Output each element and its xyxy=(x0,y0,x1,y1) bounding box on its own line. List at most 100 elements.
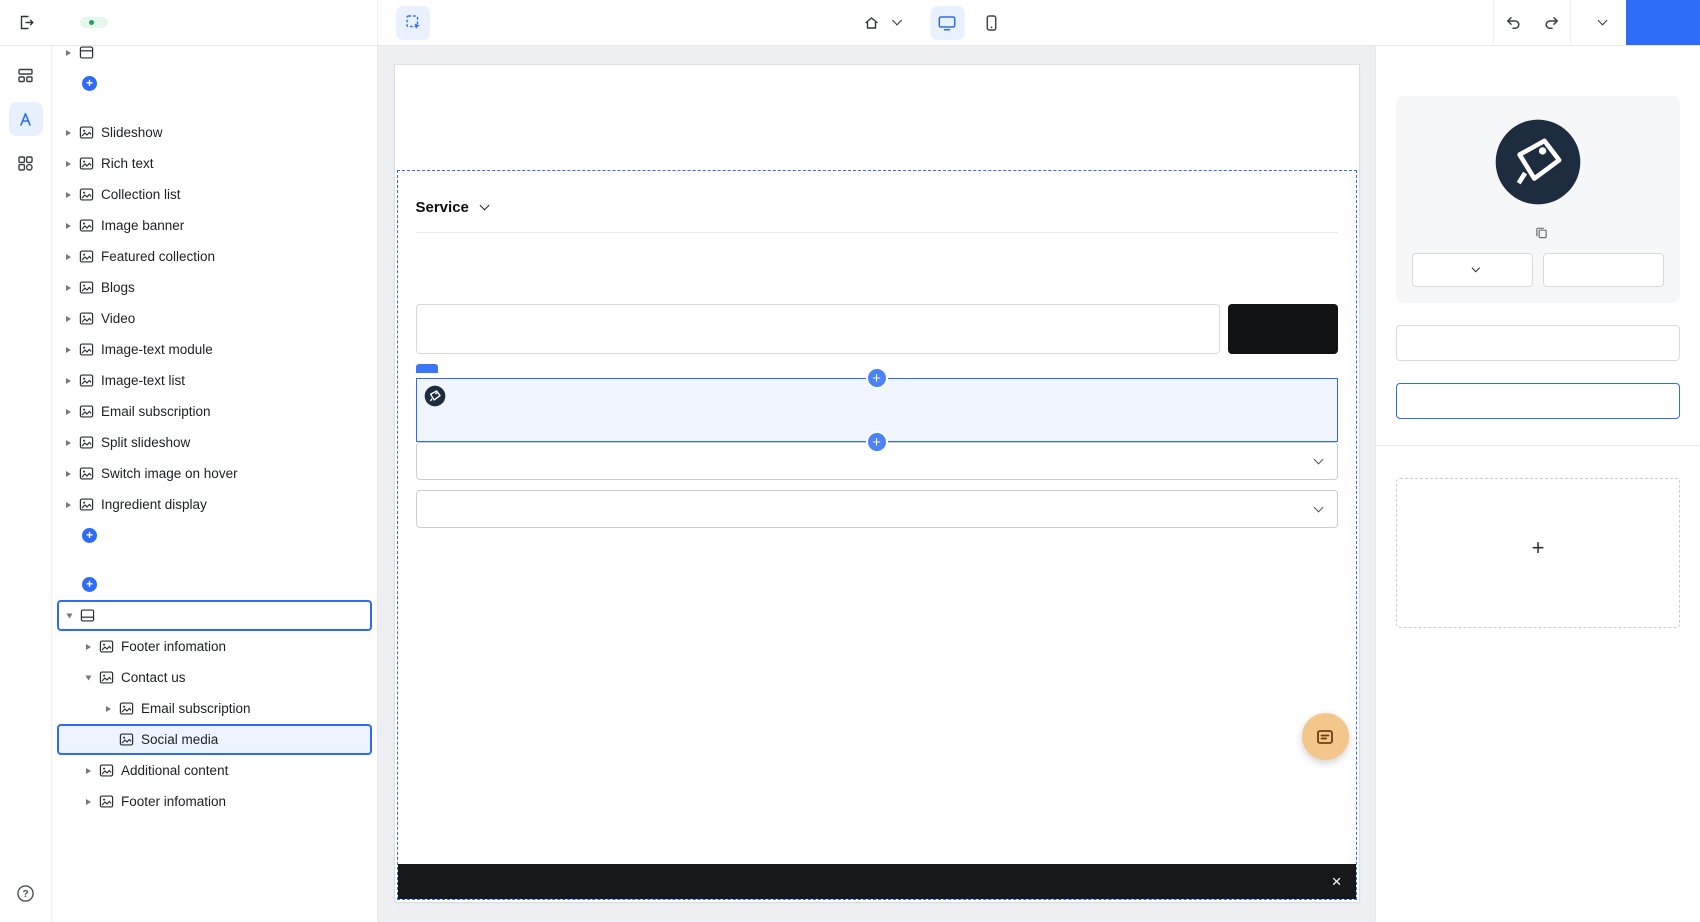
exit-editor-button[interactable] xyxy=(9,0,43,45)
sidebar-item-featured-collection[interactable]: Featured collection xyxy=(52,241,377,272)
add-component-button[interactable]: + xyxy=(52,520,377,551)
save-button[interactable] xyxy=(1626,0,1700,45)
chevron-right-icon[interactable] xyxy=(86,799,91,805)
theme-settings-rail-button[interactable] xyxy=(9,102,43,136)
live-dot-icon xyxy=(89,20,94,25)
image-banner-icon xyxy=(79,218,94,233)
floating-feedback-button[interactable] xyxy=(1302,713,1349,760)
chevron-right-icon[interactable] xyxy=(66,285,71,291)
chevron-right-icon[interactable] xyxy=(106,706,111,712)
sidebar-item-slideshow[interactable]: Slideshow xyxy=(52,117,377,148)
email-input[interactable] xyxy=(416,304,1220,354)
image-text-module-icon xyxy=(79,342,94,357)
link-input[interactable] xyxy=(1396,383,1680,419)
sidebar-item-rich-text[interactable]: Rich text xyxy=(52,148,377,179)
ingredient-display-icon xyxy=(79,497,94,512)
chevron-right-icon[interactable] xyxy=(86,768,91,774)
chevron-right-icon[interactable] xyxy=(66,223,71,229)
plus-circle-icon: + xyxy=(82,528,97,543)
chevron-right-icon[interactable] xyxy=(66,130,71,136)
sidebar-item-contact-us[interactable]: Contact us xyxy=(52,662,377,693)
sidebar-item-header[interactable] xyxy=(52,46,377,68)
sidebar-item-switch-image-on-hover[interactable]: Switch image on hover xyxy=(52,458,377,489)
chevron-right-icon[interactable] xyxy=(66,316,71,322)
sidebar-item-email-subscription[interactable]: Email subscription xyxy=(52,693,377,724)
chevron-right-icon[interactable] xyxy=(66,161,71,167)
chevron-right-icon[interactable] xyxy=(86,644,91,650)
home-icon xyxy=(863,15,879,31)
sidebar-item-footer-infomation[interactable]: Footer infomation xyxy=(52,786,377,817)
chevron-down-icon xyxy=(1313,454,1323,464)
redo-button[interactable] xyxy=(1532,0,1570,45)
undo-button[interactable] xyxy=(1494,0,1532,45)
sidebar-item-blogs[interactable]: Blogs xyxy=(52,272,377,303)
live-badge xyxy=(80,17,108,28)
chevron-right-icon[interactable] xyxy=(66,50,71,56)
chevron-right-icon[interactable] xyxy=(66,409,71,415)
exit-icon xyxy=(18,14,35,31)
sidebar-item-footer[interactable] xyxy=(57,600,372,631)
contact-us-icon xyxy=(99,670,114,685)
sidebar-item-video[interactable]: Video xyxy=(52,303,377,334)
sidebar-item-additional-content[interactable]: Additional content xyxy=(52,755,377,786)
sidebar-item-collection-list[interactable]: Collection list xyxy=(52,179,377,210)
add-component-button[interactable]: + xyxy=(52,569,377,600)
footer-section-selection[interactable]: Service xyxy=(397,170,1357,900)
chevron-right-icon[interactable] xyxy=(86,675,92,680)
add-image-dropzone[interactable]: + xyxy=(1396,478,1680,628)
country-currency-select[interactable] xyxy=(416,490,1338,528)
add-component-button[interactable]: + xyxy=(52,68,377,99)
social-media-link-icon[interactable] xyxy=(424,385,446,407)
copy-icon[interactable] xyxy=(1535,226,1548,239)
chevron-right-icon[interactable] xyxy=(66,254,71,260)
sections-rail-button[interactable] xyxy=(9,58,43,92)
payment-service-icon[interactable]: Service xyxy=(416,183,1338,233)
add-block-above-button[interactable]: + xyxy=(866,367,888,389)
select-tool-button[interactable] xyxy=(396,6,430,40)
desktop-view-button[interactable] xyxy=(930,6,964,40)
footer-icon xyxy=(80,608,95,623)
chevron-right-icon[interactable] xyxy=(66,502,71,508)
add-block-below-button[interactable]: + xyxy=(866,431,888,453)
apps-rail-button[interactable] xyxy=(9,146,43,180)
sidebar-item-email-subscription[interactable]: Email subscription xyxy=(52,396,377,427)
sidebar-item-image-text-list[interactable]: Image-text list xyxy=(52,365,377,396)
close-icon[interactable]: × xyxy=(1332,873,1342,890)
header-icon xyxy=(79,46,94,60)
chevron-right-icon[interactable] xyxy=(66,192,71,198)
chevron-right-icon[interactable] xyxy=(66,471,71,477)
rich-text-icon xyxy=(79,156,94,171)
chevron-right-icon[interactable] xyxy=(66,378,71,384)
theme-settings-panel: + xyxy=(1375,46,1700,922)
shopline-logo-image xyxy=(1492,116,1584,208)
help-button[interactable]: ? xyxy=(9,876,43,910)
sidebar-item-footer-infomation[interactable]: Footer infomation xyxy=(52,631,377,662)
chevron-down-icon xyxy=(1598,16,1608,26)
chevron-down-icon xyxy=(892,16,902,26)
additional-content-icon xyxy=(99,763,114,778)
sidebar-item-image-text-module[interactable]: Image-text module xyxy=(52,334,377,365)
delete-image-button[interactable] xyxy=(1543,253,1664,287)
name-input[interactable] xyxy=(1396,325,1680,361)
chevron-right-icon[interactable] xyxy=(66,440,71,446)
sidebar-item-social-media[interactable]: Social media xyxy=(57,724,372,755)
plus-icon: + xyxy=(1532,537,1545,559)
subscribe-button[interactable] xyxy=(1228,304,1338,354)
sidebar-item-split-slideshow[interactable]: Split slideshow xyxy=(52,427,377,458)
chevron-down-icon xyxy=(1472,264,1480,272)
feedback-pencil-icon xyxy=(1315,727,1335,747)
sidebar-item-ingredient-display[interactable]: Ingredient display xyxy=(52,489,377,520)
video-icon xyxy=(79,311,94,326)
redo-icon xyxy=(1543,14,1560,31)
preview-button[interactable] xyxy=(1571,0,1626,45)
email-subscription-form xyxy=(416,304,1338,354)
chevron-right-icon[interactable] xyxy=(66,347,71,353)
mobile-view-button[interactable] xyxy=(974,6,1008,40)
cookie-notice-bar: × xyxy=(398,864,1356,899)
sidebar-item-image-banner[interactable]: Image banner xyxy=(52,210,377,241)
social-media-block[interactable]: + + xyxy=(416,378,1338,442)
page-selector[interactable] xyxy=(863,15,900,31)
footer-information-icon xyxy=(99,794,114,809)
chevron-down-icon[interactable] xyxy=(67,613,73,618)
change-image-button[interactable] xyxy=(1412,253,1533,287)
